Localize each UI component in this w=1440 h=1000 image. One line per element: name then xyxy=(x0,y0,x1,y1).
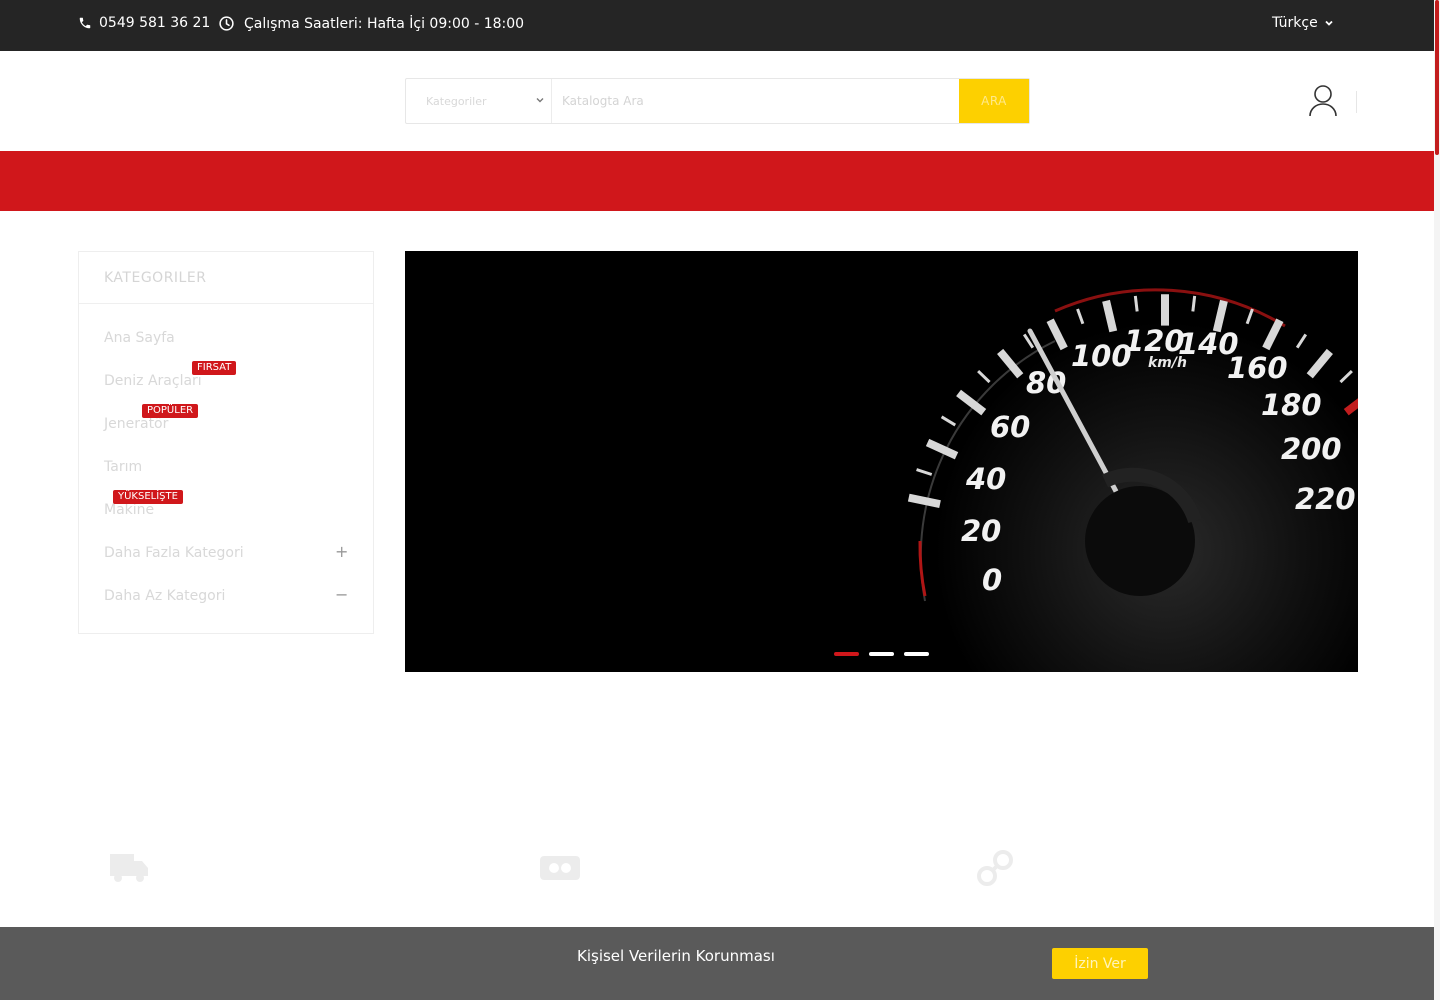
slider-pagination xyxy=(834,652,929,656)
expand-plus-icon[interactable]: + xyxy=(335,542,348,561)
gauge-label-120: 120 xyxy=(1124,324,1185,358)
sidebar-item-fewer-categories[interactable]: Daha Az Kategori xyxy=(104,588,225,604)
gauge-label-160: 160 xyxy=(1227,351,1288,385)
payment-card-icon xyxy=(538,848,582,888)
gauge-label-0: 0 xyxy=(982,563,1002,597)
phone-icon xyxy=(78,16,92,30)
search-bar: Kategoriler ARA xyxy=(405,78,1030,124)
gauge-tick xyxy=(1295,333,1308,349)
phone-number: 0549 581 36 21 xyxy=(99,15,211,31)
header-divider xyxy=(1356,91,1357,113)
speed-unit-label: km/h xyxy=(1148,355,1187,371)
cookie-accept-button[interactable]: İzin Ver xyxy=(1052,948,1148,979)
gauge-label-180: 180 xyxy=(1261,388,1322,422)
main-navigation-bar xyxy=(0,151,1440,211)
chevron-down-icon xyxy=(1324,18,1334,28)
page-scrollbar[interactable] xyxy=(1434,0,1440,1000)
cookie-consent-banner: Kişisel Verilerin Korunması İzin Ver xyxy=(0,927,1434,1000)
sidebar-item-label: Jeneratör xyxy=(104,416,169,432)
working-hours-text: Çalışma Saatleri: Hafta İçi 09:00 - 18:0… xyxy=(244,15,525,32)
sidebar-title: KATEGORILER xyxy=(79,252,373,304)
gauge-tick xyxy=(1262,318,1284,351)
cookie-title: Kişisel Verilerin Korunması xyxy=(577,947,775,965)
sidebar-item-label: Tarım xyxy=(104,459,143,475)
sidebar-item-label: Daha Fazla Kategori xyxy=(104,545,244,561)
gauge-tick xyxy=(1191,295,1197,312)
search-button[interactable]: ARA xyxy=(959,79,1029,123)
slider-dot-2[interactable] xyxy=(869,652,894,656)
gauge-tick xyxy=(1339,369,1353,384)
gauge-tick xyxy=(1343,398,1358,416)
sidebar-item-deniz-araclari[interactable]: Deniz Araçları FIRSAT xyxy=(104,361,237,389)
sidebar-item-jenerator[interactable]: Jeneratör POPÜLER xyxy=(104,404,199,432)
slider-dot-3[interactable] xyxy=(904,652,929,656)
gauge-tick xyxy=(1076,308,1085,325)
sidebar-item-label: Deniz Araçları xyxy=(104,373,202,389)
language-label: Türkçe xyxy=(1272,15,1318,31)
sidebar-item-label: Ana Sayfa xyxy=(104,330,175,346)
clock-icon xyxy=(218,15,235,32)
sidebar-item-ana-sayfa[interactable]: Ana Sayfa xyxy=(104,330,175,346)
sidebar-item-label: Daha Az Kategori xyxy=(104,588,226,604)
speedometer-image: 020406080100120140160180200220 km/h xyxy=(907,288,1358,672)
scrollbar-thumb[interactable] xyxy=(1435,0,1439,155)
badge-firsat: FIRSAT xyxy=(192,361,237,375)
sidebar-item-label: Makine xyxy=(104,502,155,518)
category-select[interactable]: Kategoriler xyxy=(406,79,552,123)
working-hours: Çalışma Saatleri: Hafta İçi 09:00 - 18:0… xyxy=(218,15,524,32)
gauge-tick xyxy=(907,493,941,509)
gauge-label-200: 200 xyxy=(1281,432,1342,466)
gauge-label-220: 220 xyxy=(1295,482,1356,516)
category-sidebar: KATEGORILER Ana Sayfa Deniz Araçları FIR… xyxy=(78,251,374,634)
sidebar-item-tarim[interactable]: Tarım xyxy=(104,459,142,475)
gauge-tick xyxy=(1245,308,1254,325)
shipping-truck-icon xyxy=(108,848,150,888)
gauge-tick xyxy=(916,468,933,476)
gauge-label-40: 40 xyxy=(965,462,1006,496)
gauge-label-100: 100 xyxy=(1071,339,1132,373)
gauge-label-20: 20 xyxy=(961,514,1001,548)
collapse-minus-icon[interactable]: − xyxy=(335,585,348,604)
gauge-tick xyxy=(1133,295,1139,312)
badge-populer: POPÜLER xyxy=(142,404,199,418)
sidebar-item-more-categories[interactable]: Daha Fazla Kategori xyxy=(104,545,244,561)
category-select-label: Kategoriler xyxy=(426,94,487,108)
gauge-tick xyxy=(1046,318,1068,351)
gauge-tick xyxy=(977,369,991,384)
gauge-label-60: 60 xyxy=(990,410,1030,444)
sidebar-item-makine[interactable]: Makine YÜKSELİŞTE xyxy=(104,490,183,518)
hero-slider[interactable]: 0 20 40 60 80 100 120 140 160 180 200 220 km/h xyxy=(405,251,1358,672)
phone-contact[interactable]: 0549 581 36 21 xyxy=(78,15,210,31)
gauge-tick xyxy=(1306,348,1333,379)
site-header: Kategoriler ARA xyxy=(0,51,1440,151)
language-selector[interactable]: Türkçe xyxy=(1272,15,1334,31)
support-link-icon xyxy=(975,848,1015,892)
badge-yukseliste: YÜKSELİŞTE xyxy=(113,490,183,504)
gauge-tick xyxy=(1102,299,1118,333)
chevron-down-icon xyxy=(535,95,545,108)
user-account-icon[interactable] xyxy=(1307,83,1339,123)
slider-dot-1[interactable] xyxy=(834,652,859,656)
search-input[interactable] xyxy=(552,79,959,123)
gauge-tick xyxy=(940,415,957,427)
gauge-tick xyxy=(925,438,959,460)
top-bar: 0549 581 36 21 Çalışma Saatleri: Hafta İ… xyxy=(0,0,1440,51)
